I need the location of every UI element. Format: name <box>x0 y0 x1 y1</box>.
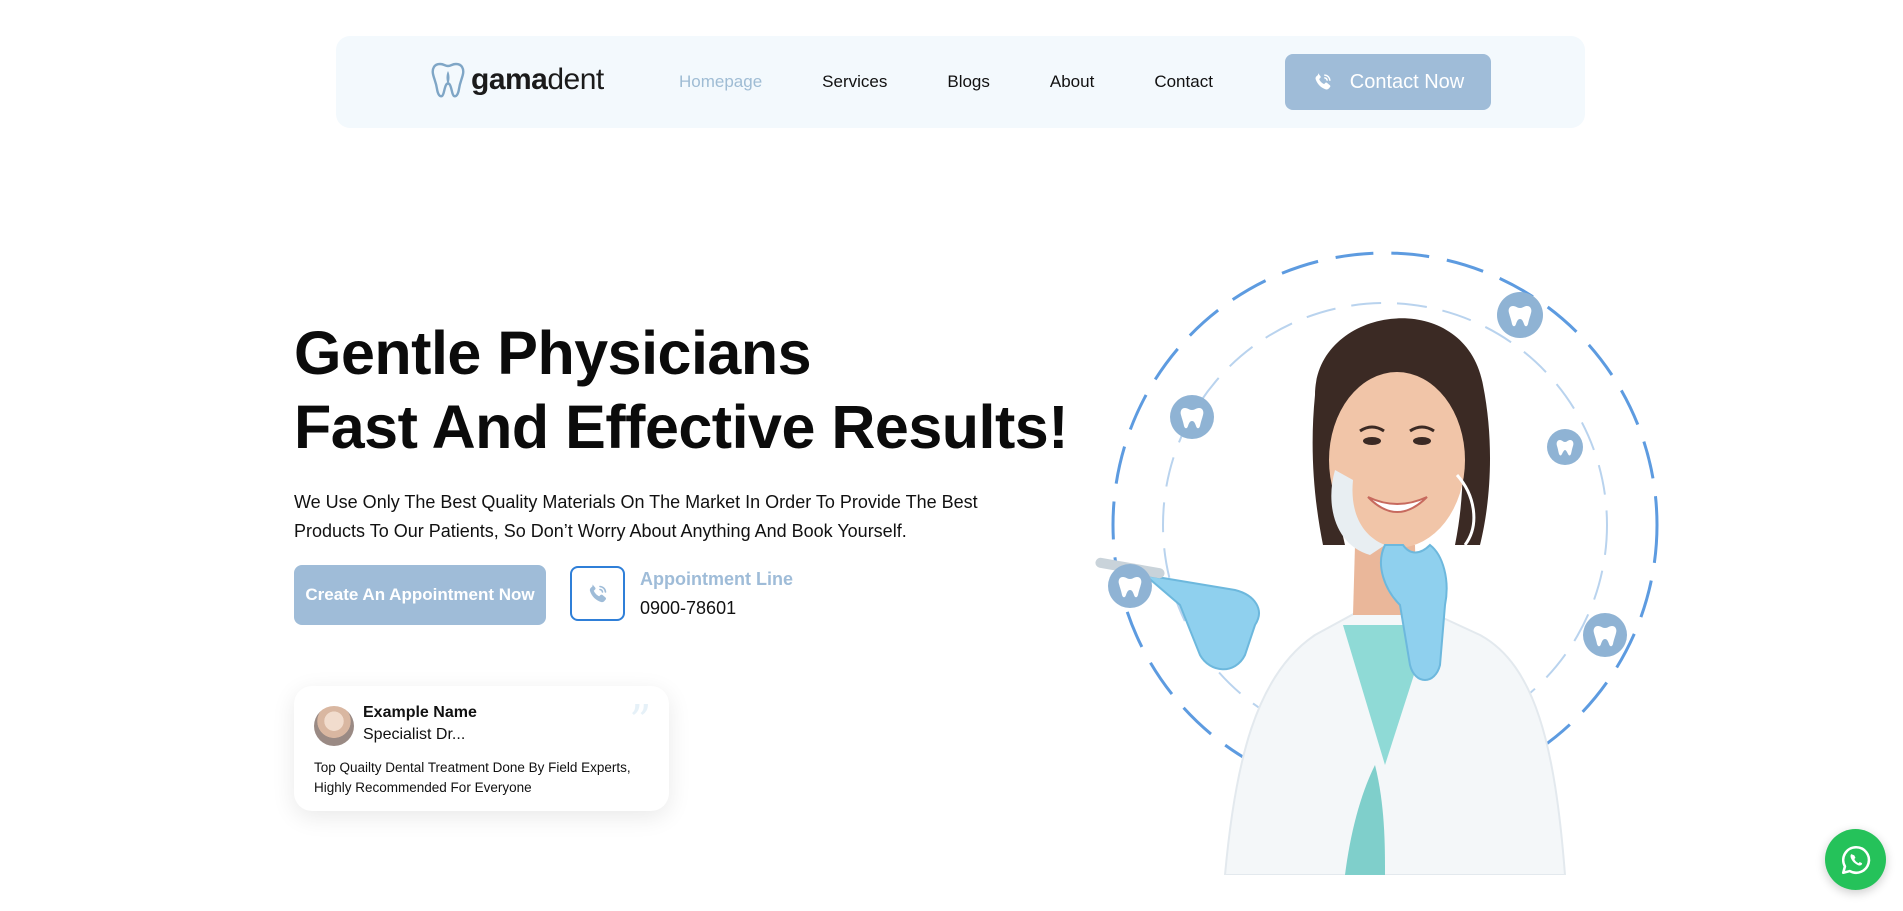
quote-icon: ” <box>629 696 652 747</box>
testimonial-name: Example Name <box>363 704 477 721</box>
nav-item-about[interactable]: About <box>1050 72 1094 92</box>
phone-icon <box>589 584 606 602</box>
tooth-badge-1 <box>1497 292 1543 338</box>
testimonial-card: Example Name Specialist Dr... ” Top Quai… <box>294 686 669 811</box>
tooth-logo-icon <box>431 62 465 98</box>
testimonial-text: Top Quailty Dental Treatment Done By Fie… <box>314 760 631 795</box>
navbar: gamadent Homepage Services Blogs About C… <box>336 36 1585 128</box>
phone-icon <box>1315 73 1331 90</box>
hero-title: Gentle Physicians Fast And Effective Res… <box>294 316 1069 464</box>
tooth-badge-3 <box>1547 429 1583 465</box>
logo[interactable]: gamadent <box>431 62 604 98</box>
brand-name: gamadent <box>471 63 604 96</box>
hero-title-line1: Gentle Physicians <box>294 319 812 387</box>
contact-now-label: Contact Now <box>1349 70 1465 93</box>
testimonial-role: Specialist Dr... <box>363 726 466 743</box>
hero-description: We Use Only The Best Quality Materials O… <box>294 492 978 541</box>
nav-item-contact[interactable]: Contact <box>1154 72 1213 92</box>
gloved-hand-left <box>1141 573 1260 671</box>
tooth-badge-2 <box>1170 395 1214 439</box>
doctor-hero-image <box>1095 251 1659 875</box>
hero-title-line2: Fast And Effective Results! <box>294 393 1069 461</box>
main-nav: Homepage Services Blogs About Contact <box>679 72 1273 92</box>
tooth-badge-4 <box>1108 564 1152 608</box>
whatsapp-icon <box>1841 845 1870 874</box>
nav-item-homepage[interactable]: Homepage <box>679 72 762 92</box>
appointment-line-label: Appointment Line <box>640 569 793 589</box>
tooth-badge-5 <box>1583 613 1627 657</box>
nav-item-blogs[interactable]: Blogs <box>947 72 990 92</box>
contact-now-button[interactable]: Contact Now <box>1285 54 1491 110</box>
avatar <box>314 706 354 746</box>
create-appointment-button[interactable]: Create An Appointment Now <box>294 565 546 625</box>
appointment-phone-icon[interactable] <box>570 566 625 621</box>
whatsapp-button[interactable] <box>1825 829 1886 890</box>
appointment-line-number[interactable]: 0900-78601 <box>640 598 736 619</box>
nav-item-services[interactable]: Services <box>822 72 887 92</box>
